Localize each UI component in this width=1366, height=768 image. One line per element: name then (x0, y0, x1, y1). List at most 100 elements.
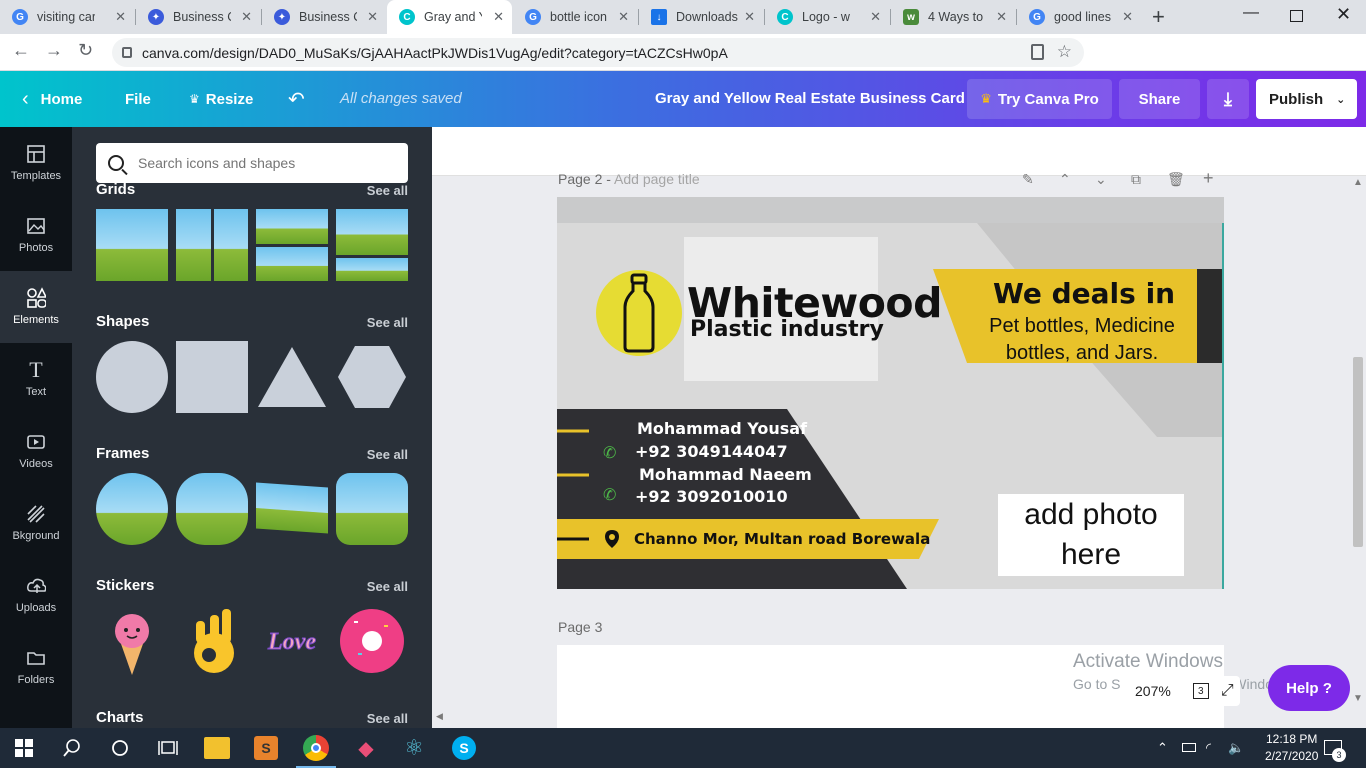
page-2-title[interactable]: Page 2 - Add page title (558, 171, 700, 187)
battery-icon[interactable] (1182, 743, 1196, 752)
donut-sticker[interactable] (336, 605, 408, 677)
ok-hand-sticker[interactable] (176, 605, 248, 677)
skype-icon[interactable]: S (452, 736, 476, 760)
move-page-down-icon[interactable]: ⌄ (1095, 171, 1107, 188)
help-button[interactable]: Help ? (1268, 665, 1350, 711)
page-count-icon[interactable]: 3 (1192, 683, 1209, 699)
deals-description[interactable]: Pet bottles, Medicine bottles, and Jars. (977, 313, 1187, 367)
search-icon[interactable] (58, 734, 86, 762)
browser-tab[interactable]: G good lines ✕ (1017, 0, 1141, 34)
grid-thumbnail[interactable] (256, 209, 328, 281)
bookmark-star-icon[interactable]: ☆ (1057, 42, 1072, 62)
rail-photos[interactable]: Photos (0, 199, 72, 271)
see-all-frames-link[interactable]: See all (367, 447, 408, 462)
contact-name-2[interactable]: Mohammad Naeem (639, 465, 812, 484)
close-tab-icon[interactable]: ✕ (1122, 9, 1133, 25)
square-shape[interactable] (176, 341, 248, 413)
volume-icon[interactable]: 🔈 (1228, 740, 1244, 756)
circle-frame[interactable] (96, 473, 168, 545)
file-menu-button[interactable]: File (125, 71, 151, 127)
back-icon[interactable]: ← (12, 40, 30, 61)
see-all-stickers-link[interactable]: See all (367, 579, 408, 594)
skewed-frame[interactable] (256, 482, 328, 534)
zoom-control[interactable]: 207% 3 ⤢ (1120, 676, 1240, 706)
grid-thumbnail[interactable] (336, 209, 408, 281)
scroll-left-arrow[interactable]: ◀ (436, 711, 443, 722)
contact-phone-1[interactable]: +92 3049144047 (635, 442, 788, 461)
add-page-icon[interactable]: + (1203, 168, 1214, 189)
rail-background[interactable]: Bkground (0, 487, 72, 559)
restore-icon[interactable] (1290, 10, 1303, 22)
move-page-up-icon[interactable]: ⌃ (1059, 171, 1071, 188)
show-hidden-icons[interactable]: ⌃ (1157, 740, 1168, 756)
rail-folders[interactable]: Folders (0, 631, 72, 703)
try-canva-pro-button[interactable]: ♛ Try Canva Pro (967, 79, 1112, 119)
close-tab-icon[interactable]: ✕ (241, 9, 252, 25)
browser-tab[interactable]: ✦ Business Ca ✕ (262, 0, 386, 34)
love-text-sticker[interactable]: Love (256, 605, 328, 677)
see-all-charts-link[interactable]: See all (367, 711, 408, 726)
copy-icon[interactable] (1031, 44, 1044, 60)
git-icon[interactable]: ◆ (352, 734, 380, 762)
search-box[interactable] (96, 143, 408, 183)
file-explorer-icon[interactable] (204, 737, 230, 759)
chrome-icon[interactable] (303, 735, 329, 761)
close-tab-icon[interactable]: ✕ (367, 9, 378, 25)
see-all-shapes-link[interactable]: See all (367, 315, 408, 330)
rail-text[interactable]: T Text (0, 343, 72, 415)
close-tab-icon[interactable]: ✕ (493, 9, 504, 25)
company-subtitle[interactable]: Plastic industry (690, 317, 884, 342)
browser-tab[interactable]: G bottle icon ✕ (513, 0, 637, 34)
publish-button[interactable]: Publish ⌄ (1256, 79, 1357, 119)
contact-name-1[interactable]: Mohammad Yousaf (637, 419, 807, 438)
wifi-icon[interactable]: ◜ (1206, 740, 1211, 756)
undo-icon[interactable]: ↶ (288, 71, 305, 127)
scroll-up-arrow[interactable]: ▲ (1353, 177, 1363, 188)
sublime-text-icon[interactable]: S (254, 736, 278, 760)
share-button[interactable]: Share (1119, 79, 1200, 119)
rail-elements[interactable]: Elements (0, 271, 72, 343)
scalloped-frame[interactable] (176, 473, 248, 545)
browser-tab-active[interactable]: C Gray and Ye ✕ (387, 0, 512, 34)
circle-shape[interactable] (96, 341, 168, 413)
zoom-level[interactable]: 207% (1135, 683, 1171, 699)
url-text[interactable]: canva.com/design/DAD0_MuSaKs/GjAAHAactPk… (142, 45, 728, 61)
browser-tab[interactable]: C Logo - w ✕ (765, 0, 889, 34)
home-button[interactable]: ‹ Home (22, 71, 82, 127)
notes-icon[interactable]: ✎ (1022, 171, 1034, 188)
resize-button[interactable]: ♛ Resize (189, 71, 253, 127)
url-box[interactable]: canva.com/design/DAD0_MuSaKs/GjAAHAactPk… (112, 38, 1084, 67)
rail-templates[interactable]: Templates (0, 127, 72, 199)
task-view-icon[interactable] (154, 734, 182, 762)
browser-tab[interactable]: ✦ Business Ca ✕ (136, 0, 260, 34)
close-tab-icon[interactable]: ✕ (618, 9, 629, 25)
grid-thumbnail[interactable] (96, 209, 168, 281)
address-text[interactable]: Channo Mor, Multan road Borewala (634, 530, 930, 548)
system-clock[interactable]: 12:18 PM 2/27/2020 (1265, 731, 1318, 765)
scroll-down-arrow[interactable]: ▼ (1353, 693, 1363, 704)
grid-thumbnail[interactable] (176, 209, 248, 281)
rounded-frame[interactable] (336, 473, 408, 545)
browser-tab[interactable]: G visiting card ✕ (0, 0, 134, 34)
document-title[interactable]: Gray and Yellow Real Estate Business Car… (655, 90, 965, 107)
windows-start-icon[interactable] (10, 734, 38, 762)
rail-uploads[interactable]: Uploads (0, 559, 72, 631)
add-photo-placeholder[interactable]: add photo here (998, 494, 1184, 576)
cortana-icon[interactable] (106, 734, 134, 762)
download-button[interactable]: ⤓ (1207, 79, 1249, 119)
contact-phone-2[interactable]: +92 3092010010 (635, 487, 788, 506)
duplicate-page-icon[interactable]: ⧉ (1131, 171, 1141, 188)
delete-page-icon[interactable]: 🗑 (1167, 171, 1185, 188)
triangle-shape[interactable] (256, 341, 328, 413)
reload-icon[interactable]: ↻ (78, 40, 93, 61)
new-tab-button[interactable]: + (1152, 4, 1165, 30)
ice-cream-sticker[interactable] (96, 605, 168, 677)
close-tab-icon[interactable]: ✕ (115, 9, 126, 25)
close-tab-icon[interactable]: ✕ (744, 9, 755, 25)
see-all-grids-link[interactable]: See all (367, 183, 408, 198)
search-input[interactable] (138, 155, 388, 171)
close-window-icon[interactable]: ✕ (1336, 4, 1351, 25)
browser-tab[interactable]: ↓ Downloads ✕ (639, 0, 763, 34)
rail-videos[interactable]: Videos (0, 415, 72, 487)
deals-title[interactable]: We deals in (993, 277, 1175, 310)
